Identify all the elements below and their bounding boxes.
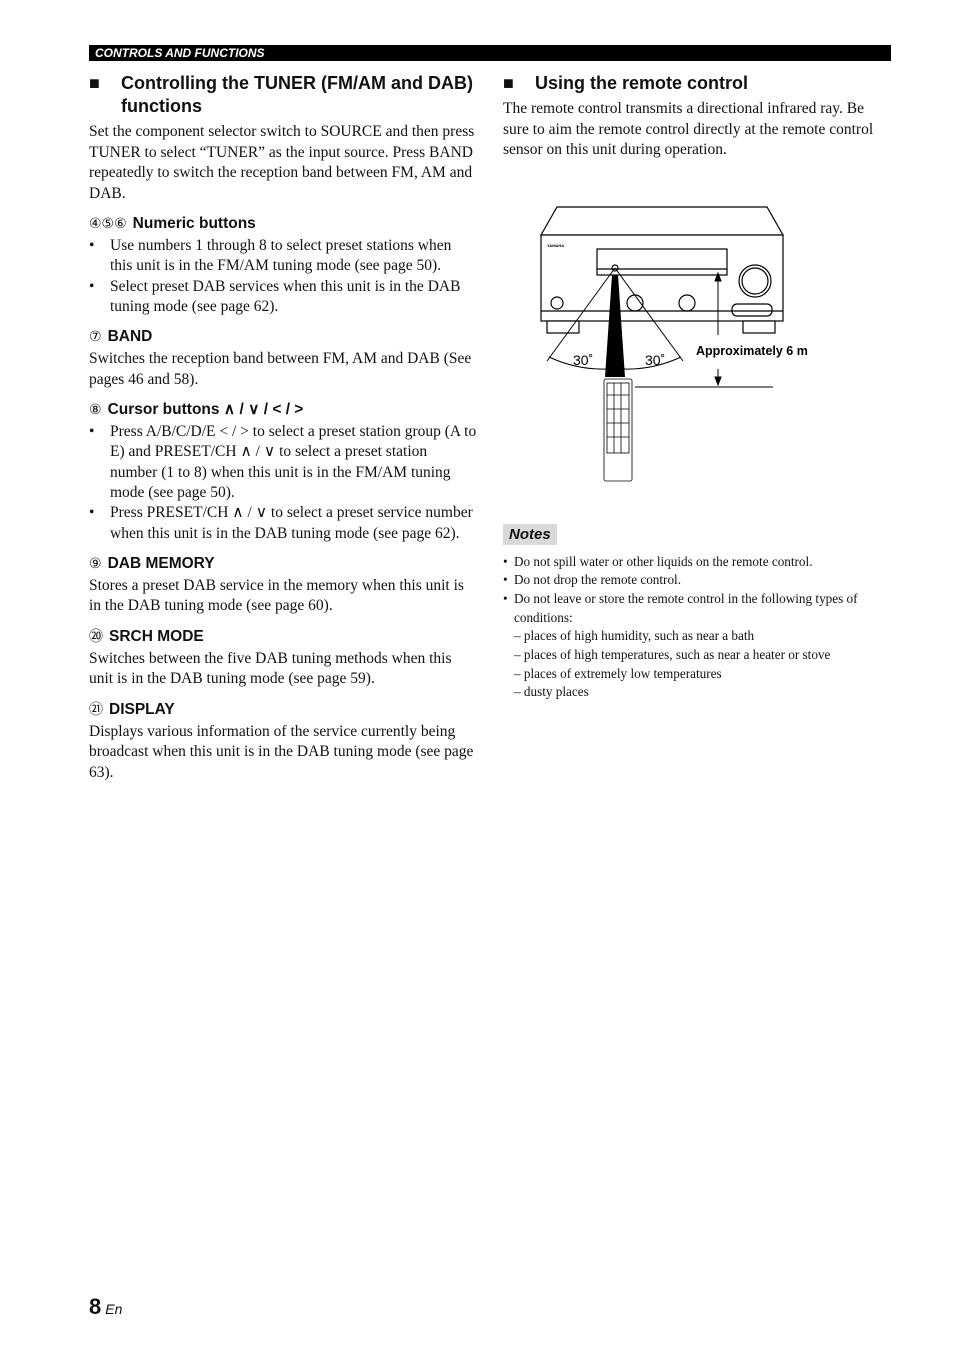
section-text: Switches the reception band between FM, … [89, 350, 472, 388]
section-title: DISPLAY [109, 700, 175, 718]
right-column: ■ Using the remote control The remote con… [503, 72, 891, 702]
left-column: ■ Controlling the TUNER (FM/AM and DAB) f… [89, 72, 477, 783]
distance-label: Approximately 6 m [696, 344, 808, 358]
section-number: ④⑤⑥ [89, 216, 127, 232]
section-text: Stores a preset DAB service in the memor… [89, 576, 464, 615]
remote-control-illustration [603, 378, 633, 481]
section-text: Switches between the five DAB tuning met… [89, 649, 452, 688]
angle-right-label: 30˚ [645, 352, 665, 368]
section-title: BAND [107, 328, 153, 346]
remote-heading-text: Using the remote control [535, 73, 749, 93]
remote-heading: ■ Using the remote control [503, 73, 749, 93]
section-number: ⑨ [89, 555, 102, 572]
section-number: ⑳ [89, 628, 103, 645]
remote-range-diagram: YAMAHA 30˚ 30˚ Approximately 6 m [539, 205, 808, 481]
list-item: Press PRESET/CH ∧ / ∨ to select a preset… [89, 503, 477, 544]
section-number: ⑧ [89, 402, 102, 419]
list-item: Press A/B/C/D/E < / > to select a preset… [89, 422, 477, 503]
brand-logo: YAMAHA [547, 243, 564, 248]
cursor-bullets: Press A/B/C/D/E < / > to select a preset… [89, 422, 477, 544]
section-numeric: ④⑤⑥ Numeric buttons [89, 214, 477, 234]
notes-title: Notes [503, 523, 557, 545]
manual-page: CONTROLS AND FUNCTIONS ■ Controlling the … [0, 0, 954, 1348]
angle-left-label: 30˚ [573, 352, 593, 368]
section-number: ㉑ [89, 701, 103, 718]
section-band: ⑦ BAND [89, 327, 477, 347]
tuner-intro: Set the component selector switch to SOU… [89, 123, 475, 202]
section-srch-mode: ⑳ SRCH MODE [89, 627, 477, 647]
language-code: En [105, 1301, 123, 1317]
tuner-heading-text: Controlling the TUNER (FM/AM and DAB) fu… [121, 73, 473, 116]
remote-intro: The remote control transmits a direction… [503, 100, 874, 158]
list-item: Select preset DAB services when this uni… [89, 277, 477, 318]
section-title: Cursor buttons ∧ / ∨ / < / > [107, 401, 304, 419]
section-header: CONTROLS AND FUNCTIONS [89, 45, 891, 61]
tuner-heading: ■ Controlling the TUNER (FM/AM and DAB) f… [89, 72, 477, 118]
numeric-bullets: Use numbers 1 through 8 to select preset… [89, 236, 477, 317]
section-title: DAB MEMORY [107, 554, 215, 572]
note-subitem: – places of extremely low temperatures [514, 665, 722, 681]
receiver-illustration [539, 205, 785, 334]
section-title: Numeric buttons [132, 215, 256, 232]
notes-list: Do not spill water or other liquids on t… [503, 553, 891, 703]
section-text: Displays various information of the serv… [89, 722, 474, 781]
list-item: Use numbers 1 through 8 to select preset… [89, 236, 477, 277]
page-number: 8 En [89, 1294, 122, 1320]
section-title: SRCH MODE [109, 627, 204, 645]
note-item: Do not spill water or other liquids on t… [503, 553, 891, 572]
note-subitem: – dusty places [514, 684, 589, 700]
note-subitem: – places of high temperatures, such as n… [514, 647, 831, 663]
section-number: ⑦ [89, 329, 102, 346]
section-cursor: ⑧ Cursor buttons ∧ / ∨ / < / > [89, 400, 477, 420]
note-subitem: – places of high humidity, such as near … [514, 628, 755, 644]
note-item: Do not leave or store the remote control… [503, 590, 891, 627]
note-item: Do not drop the remote control. [503, 571, 891, 590]
page-number-value: 8 [89, 1294, 102, 1319]
section-display: ㉑ DISPLAY [89, 700, 477, 720]
section-dab-memory: ⑨ DAB MEMORY [89, 554, 477, 574]
